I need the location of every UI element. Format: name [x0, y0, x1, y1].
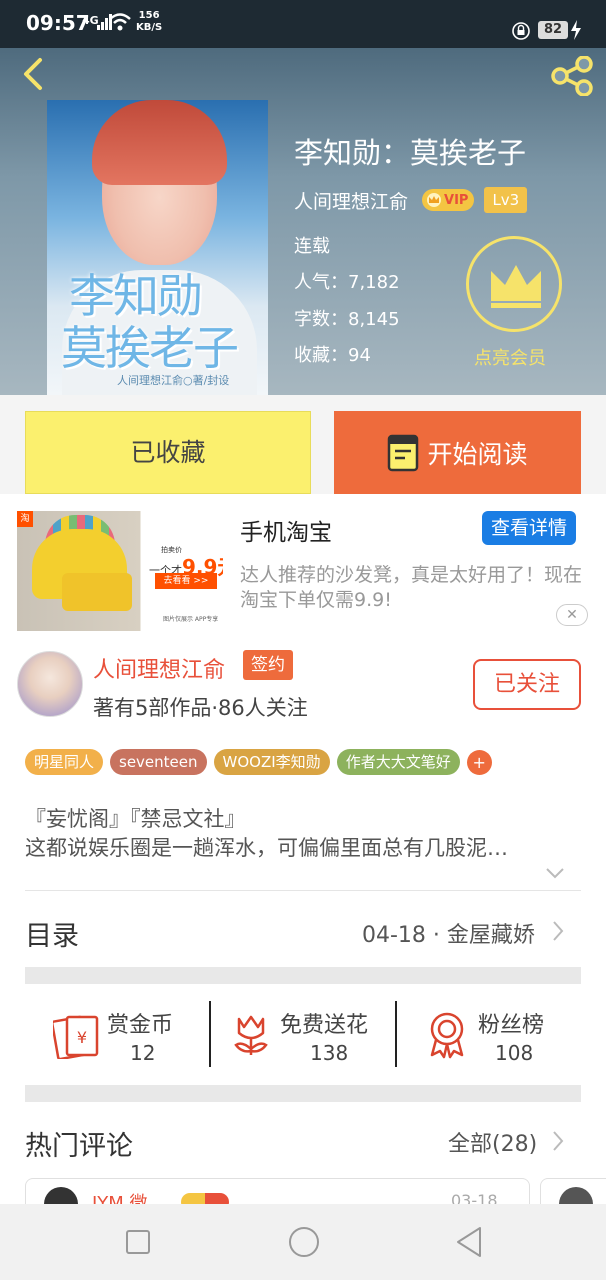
vip-label: VIP — [444, 192, 469, 208]
ad-image[interactable]: 淘 拍卖价 一个才9.9元 去看看 >> 图片仅展示 APP专享 — [17, 511, 223, 631]
speed-unit: KB/S — [136, 22, 163, 33]
section-separator — [25, 1085, 581, 1102]
book-word-count: 字数：8,145 — [294, 309, 400, 330]
author-avatar[interactable] — [17, 651, 83, 717]
reward-fans[interactable]: 粉丝榜 108 — [398, 1001, 581, 1068]
coin-envelope-icon: ¥ — [53, 1015, 99, 1059]
book-popularity: 人气：7,182 — [294, 272, 400, 293]
reward-coins[interactable]: ¥ 赏金币 12 — [25, 1001, 210, 1068]
ad-details-button[interactable]: 查看详情 — [482, 511, 576, 545]
ad-close-button[interactable]: ✕ — [556, 604, 588, 626]
tag-item[interactable]: seventeen — [110, 749, 207, 775]
reward-label: 赏金币 — [107, 1013, 174, 1038]
book-header: 09:57 4G 156 KB/S 82 李知勋 莫挨老子 人间理想江俞○著/封… — [0, 0, 606, 395]
section-separator — [25, 967, 581, 984]
comment-card[interactable] — [540, 1178, 606, 1204]
rotation-lock-icon — [512, 22, 530, 40]
book-favorites: 收藏：94 — [294, 345, 371, 366]
commenter-avatar[interactable] — [44, 1187, 78, 1204]
tag-item[interactable]: 作者大大文笔好 — [336, 749, 460, 775]
cover-credit: 人间理想江俞○著/封设 — [117, 374, 230, 387]
chevron-down-icon[interactable] — [545, 866, 565, 880]
tag-item[interactable]: WOOZI李知勋 — [213, 749, 330, 775]
book-title: 李知勋：莫挨老子 — [294, 136, 527, 170]
flower-icon — [234, 1015, 268, 1055]
cover-figure-hair — [92, 100, 227, 185]
network-speed: 156 KB/S — [136, 10, 162, 34]
comment-time: 03-18 — [451, 1191, 498, 1204]
commenter-name[interactable]: JYM 微 — [92, 1189, 148, 1204]
home-icon[interactable] — [287, 1222, 321, 1262]
book-icon — [388, 434, 419, 471]
book-cover[interactable]: 李知勋 莫挨老子 人间理想江俞○著/封设 — [47, 100, 268, 395]
cover-title-line2: 莫挨老子 — [61, 321, 239, 375]
member-crown-icon — [491, 265, 541, 308]
toc-label[interactable]: 目录 — [25, 914, 79, 953]
back-nav-icon[interactable] — [454, 1222, 484, 1262]
all-comments-link[interactable]: 全部(28) — [448, 1126, 537, 1158]
member-button[interactable] — [466, 236, 562, 332]
intro-line2: 这都说娱乐圈是一趟浑水，可偏偏里面总有几股泥… — [25, 836, 508, 860]
charging-icon — [571, 20, 581, 40]
ad-description: 达人推荐的沙发凳，真是太好用了！现在淘宝下单仅需9.9! — [240, 564, 583, 611]
share-icon[interactable] — [548, 56, 596, 96]
reward-flowers[interactable]: 免费送花 138 — [212, 1001, 395, 1068]
vertical-divider — [395, 1001, 397, 1067]
signed-badge: 签约 — [243, 650, 293, 680]
status-time: 09:57 — [26, 11, 90, 35]
vertical-divider — [209, 1001, 211, 1067]
hot-comments-label: 热门评论 — [25, 1131, 133, 1162]
back-icon[interactable] — [16, 56, 52, 92]
author-section-name[interactable]: 人间理想江俞 — [93, 652, 225, 684]
crown-icon — [427, 193, 442, 207]
book-status: 连载 — [294, 236, 330, 257]
reward-value: 138 — [310, 1041, 349, 1065]
reward-label: 免费送花 — [280, 1013, 369, 1038]
author-meta: 著有5部作品·86人关注 — [93, 696, 308, 720]
level-badge: Lv3 — [484, 187, 528, 213]
reward-label: 粉丝榜 — [478, 1013, 545, 1038]
ad-footstool — [62, 573, 132, 611]
status-bar: 09:57 4G 156 KB/S 82 — [0, 0, 606, 48]
commenter-badge — [181, 1193, 229, 1204]
toc-latest-chapter[interactable]: 04-18 · 金屋藏娇 — [362, 917, 535, 949]
wifi-icon — [109, 13, 131, 31]
start-reading-button[interactable]: 开始阅读 — [334, 411, 581, 494]
recent-apps-icon[interactable] — [125, 1222, 151, 1262]
member-label[interactable]: 点亮会员 — [474, 344, 546, 370]
system-nav-bar — [0, 1204, 606, 1280]
chevron-right-icon[interactable] — [552, 920, 564, 942]
tag-item[interactable]: 明星同人 — [25, 749, 104, 775]
add-tag-button[interactable]: + — [466, 749, 492, 775]
chevron-right-icon[interactable] — [552, 1130, 564, 1152]
intro-line1: 『妄忧阁』『禁忌文社』 — [25, 807, 246, 831]
follow-button[interactable]: 已关注 — [473, 659, 581, 710]
taobao-badge: 淘 — [17, 511, 33, 527]
author-name[interactable]: 人间理想江俞 — [294, 187, 408, 214]
speed-value: 156 — [138, 10, 160, 21]
vip-badge: VIP — [422, 189, 475, 211]
author-row: 人间理想江俞 VIP Lv3 — [294, 186, 528, 214]
medal-icon — [430, 1012, 464, 1059]
ad-image-promo: 拍卖价 一个才9.9元 去看看 >> 图片仅展示 APP专享 — [141, 511, 223, 631]
tag-list: 明星同人 seventeen WOOZI李知勋 作者大大文笔好 + — [25, 749, 492, 775]
battery-level: 82 — [538, 21, 568, 39]
reward-value: 12 — [130, 1041, 156, 1065]
comment-card[interactable]: JYM 微 03-18 — [25, 1178, 530, 1204]
collected-button[interactable]: 已收藏 — [25, 411, 311, 494]
start-reading-label: 开始阅读 — [427, 439, 528, 469]
ad-image-cta: 去看看 >> — [155, 573, 217, 589]
reward-value: 108 — [495, 1041, 534, 1065]
ad-title[interactable]: 手机淘宝 — [240, 513, 332, 547]
ad-image-footer: 图片仅展示 APP专享 — [163, 616, 219, 623]
commenter-avatar[interactable] — [559, 1187, 593, 1204]
divider — [25, 890, 581, 891]
svg-text:¥: ¥ — [77, 1028, 87, 1047]
